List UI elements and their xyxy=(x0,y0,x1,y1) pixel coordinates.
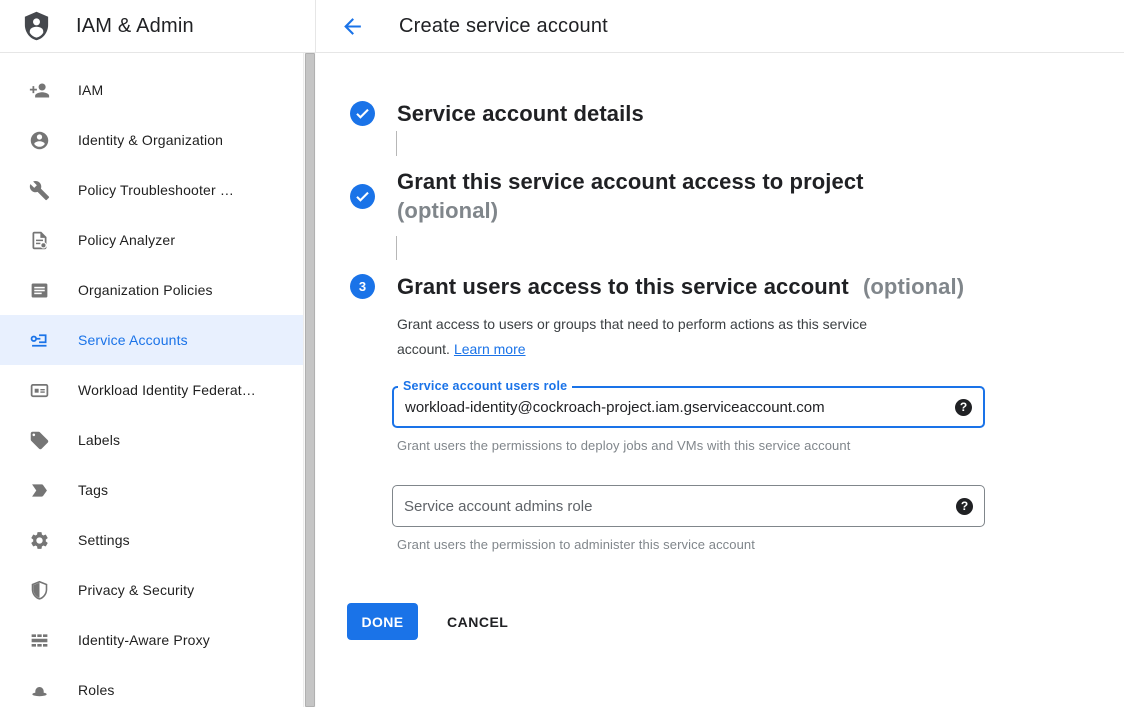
step-complete-check-icon xyxy=(350,184,375,209)
wrench-icon xyxy=(28,179,50,201)
admins-role-input[interactable] xyxy=(393,486,956,526)
iam-admin-shield-icon xyxy=(21,9,52,43)
proxy-icon xyxy=(28,629,50,651)
sidebar-item-policy-analyzer[interactable]: Policy Analyzer xyxy=(0,215,303,265)
step-3-body: Grant access to users or groups that nee… xyxy=(397,312,1124,640)
help-icon[interactable]: ? xyxy=(955,399,972,416)
sidebar-item-labels[interactable]: Labels xyxy=(0,415,303,465)
sidebar-item-organization-policies[interactable]: Organization Policies xyxy=(0,265,303,315)
cancel-button[interactable]: CANCEL xyxy=(447,614,508,630)
step-3-optional-tag: (optional) xyxy=(863,274,964,299)
main-content: Service account details Grant this servi… xyxy=(316,53,1124,707)
users-role-helper-text: Grant users the permissions to deploy jo… xyxy=(397,438,985,453)
step-3-description: Grant access to users or groups that nee… xyxy=(397,312,954,362)
shield-half-icon xyxy=(28,579,50,601)
hat-icon xyxy=(28,679,50,701)
back-button[interactable] xyxy=(340,14,365,39)
page-header: Create service account xyxy=(316,0,1124,52)
step-3-number-badge: 3 xyxy=(350,274,375,299)
sidebar-scrollbar-thumb[interactable] xyxy=(305,53,315,707)
page-title: Create service account xyxy=(399,15,608,38)
tag-icon xyxy=(28,479,50,501)
top-bar: IAM & Admin Create service account xyxy=(0,0,1124,53)
stepper-connector xyxy=(396,236,397,260)
sidebar-item-service-accounts[interactable]: Service Accounts xyxy=(0,315,303,365)
step-2-grant-access-to-project[interactable]: Grant this service account access to pro… xyxy=(350,167,1124,225)
step-complete-check-icon xyxy=(350,101,375,126)
product-title: IAM & Admin xyxy=(76,15,194,38)
help-icon[interactable]: ? xyxy=(956,498,973,515)
policy-analyzer-icon xyxy=(28,229,50,251)
sidebar-item-identity-aware-proxy[interactable]: Identity-Aware Proxy xyxy=(0,615,303,665)
sidebar: IAM Identity & Organization Policy Troub… xyxy=(0,53,316,707)
sidebar-item-tags[interactable]: Tags xyxy=(0,465,303,515)
sidebar-item-roles[interactable]: Roles xyxy=(0,665,303,707)
users-role-input[interactable] xyxy=(394,388,955,426)
service-account-users-role-field: Service account users role ? Grant users… xyxy=(392,386,985,453)
sidebar-item-workload-identity-federation[interactable]: Workload Identity Federat… xyxy=(0,365,303,415)
org-policies-icon xyxy=(28,279,50,301)
sidebar-item-iam[interactable]: IAM xyxy=(0,65,303,115)
step-3-grant-users-access[interactable]: 3 Grant users access to this service acc… xyxy=(350,272,1124,301)
sidebar-item-identity-organization[interactable]: Identity & Organization xyxy=(0,115,303,165)
step-2-title: Grant this service account access to pro… xyxy=(397,167,864,225)
step-2-optional-tag: (optional) xyxy=(397,196,864,225)
done-button[interactable]: DONE xyxy=(347,603,418,640)
step-1-service-account-details[interactable]: Service account details xyxy=(350,99,1124,128)
id-card-icon xyxy=(28,379,50,401)
users-role-floating-label: Service account users role xyxy=(398,379,572,393)
step-3-title: Grant users access to this service accou… xyxy=(397,272,964,301)
learn-more-link[interactable]: Learn more xyxy=(454,341,526,357)
create-service-account-stepper: Service account details Grant this servi… xyxy=(316,53,1124,640)
sidebar-item-privacy-security[interactable]: Privacy & Security xyxy=(0,565,303,615)
sidebar-scrollbar xyxy=(303,53,316,707)
sidebar-item-policy-troubleshooter[interactable]: Policy Troubleshooter … xyxy=(0,165,303,215)
sidebar-item-settings[interactable]: Settings xyxy=(0,515,303,565)
step-1-title: Service account details xyxy=(397,99,644,128)
account-circle-icon xyxy=(28,129,50,151)
stepper-connector xyxy=(396,131,397,156)
arrow-left-icon xyxy=(340,14,365,39)
gear-icon xyxy=(28,529,50,551)
service-account-admins-role-field: ? Grant users the permission to administ… xyxy=(392,485,985,552)
person-add-icon xyxy=(28,79,50,101)
label-icon xyxy=(28,429,50,451)
admins-role-helper-text: Grant users the permission to administer… xyxy=(397,537,985,552)
form-actions: DONE CANCEL xyxy=(347,603,1124,640)
admins-role-input-box: ? xyxy=(392,485,985,527)
service-account-icon xyxy=(28,329,50,351)
product-brand: IAM & Admin xyxy=(0,0,316,52)
